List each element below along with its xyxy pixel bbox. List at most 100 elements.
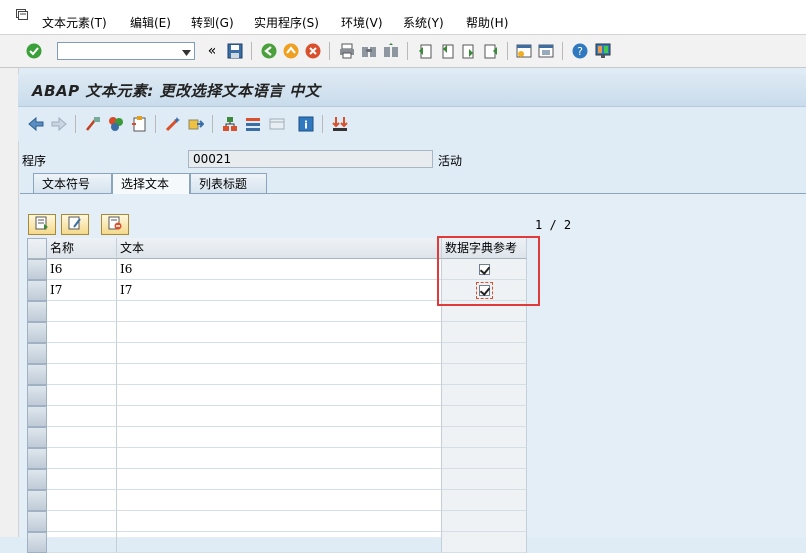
row-selector[interactable] [27, 532, 47, 553]
text-cell[interactable] [117, 301, 442, 322]
new-session-icon[interactable] [516, 43, 532, 59]
page-indicator: 1 / 2 [535, 218, 572, 232]
text-cell[interactable] [117, 427, 442, 448]
text-cell[interactable]: I6 [117, 259, 442, 280]
menu-icon[interactable] [16, 9, 30, 21]
application-toolbar: i [18, 106, 806, 141]
layout-icon[interactable] [269, 116, 285, 132]
row-selector[interactable] [27, 427, 47, 448]
column-header-text[interactable]: 文本 [117, 238, 442, 259]
table-row-empty [27, 322, 527, 343]
menu-environment[interactable]: 环境(V) [341, 14, 383, 31]
chevron-down-icon[interactable] [182, 46, 191, 60]
text-cell[interactable] [117, 490, 442, 511]
program-status: 活动 [438, 154, 463, 168]
text-cell[interactable] [117, 511, 442, 532]
dict-ref-cell [442, 406, 527, 427]
details-button[interactable] [28, 214, 56, 235]
transport-icon[interactable] [188, 116, 204, 132]
toolbar-separator [507, 42, 508, 60]
back-icon[interactable] [261, 43, 277, 59]
menu-edit[interactable]: 编辑(E) [130, 14, 171, 31]
help-icon[interactable]: ? [572, 43, 588, 59]
row-selector[interactable] [27, 406, 47, 427]
row-selector[interactable] [27, 301, 47, 322]
first-page-icon[interactable] [417, 43, 433, 59]
menu-system[interactable]: 系统(Y) [403, 14, 444, 31]
row-selector[interactable] [27, 280, 47, 301]
tab-selection-texts[interactable]: 选择文本 [112, 173, 190, 194]
select-all-cell[interactable] [27, 238, 47, 259]
system-toolbar: « ? [0, 35, 806, 68]
table-row-empty [27, 448, 527, 469]
dict-ref-cell [442, 448, 527, 469]
previous-page-icon[interactable] [439, 43, 455, 59]
arrow-right-icon[interactable] [51, 116, 67, 132]
program-field[interactable]: 00021 [188, 150, 433, 168]
menu-utilities[interactable]: 实用程序(S) [254, 14, 319, 31]
column-header-name[interactable]: 名称 [47, 238, 117, 259]
menu-text-elements[interactable]: 文本元素(T) [42, 14, 107, 31]
text-cell[interactable]: I7 [117, 280, 442, 301]
wand-icon[interactable] [165, 116, 181, 132]
tab-list-headings[interactable]: 列表标题 [190, 173, 267, 193]
cancel-icon[interactable] [305, 43, 321, 59]
row-selector[interactable] [27, 490, 47, 511]
row-selector[interactable] [27, 259, 47, 280]
row-selector[interactable] [27, 364, 47, 385]
row-selector[interactable] [27, 511, 47, 532]
text-cell[interactable] [117, 448, 442, 469]
menu-goto[interactable]: 转到(G) [191, 14, 234, 31]
customize-layout-icon[interactable] [595, 43, 611, 59]
find-next-icon[interactable] [383, 43, 399, 59]
sort-icon[interactable] [332, 116, 348, 132]
name-cell [47, 364, 117, 385]
text-cell[interactable] [117, 322, 442, 343]
hierarchy-icon[interactable] [222, 116, 238, 132]
highlight-box [437, 236, 540, 306]
text-cell[interactable] [117, 532, 442, 553]
stack-icon[interactable] [245, 116, 261, 132]
activate-icon[interactable] [108, 116, 124, 132]
menu-bar: 文本元素(T) 编辑(E) 转到(G) 实用程序(S) 环境(V) 系统(Y) … [0, 0, 806, 35]
shortcut-icon[interactable] [538, 43, 554, 59]
text-cell[interactable] [117, 469, 442, 490]
dict-ref-cell [442, 469, 527, 490]
print-icon[interactable] [339, 43, 355, 59]
table-row-empty [27, 427, 527, 448]
row-selector[interactable] [27, 385, 47, 406]
save-icon[interactable] [227, 43, 243, 59]
toolbar-separator [212, 115, 213, 133]
info-icon[interactable]: i [298, 116, 314, 132]
table-row-empty [27, 364, 527, 385]
exit-icon[interactable] [283, 43, 299, 59]
last-page-icon[interactable] [483, 43, 499, 59]
toolbar-separator [155, 115, 156, 133]
text-cell[interactable] [117, 343, 442, 364]
menu-help[interactable]: 帮助(H) [466, 14, 508, 31]
toolbar-separator [407, 42, 408, 60]
delete-row-button[interactable] [101, 214, 129, 235]
clipboard-icon[interactable] [131, 116, 147, 132]
display-change-icon[interactable] [85, 116, 101, 132]
enter-check-icon[interactable] [26, 43, 42, 59]
command-field[interactable] [57, 42, 195, 60]
table-row-empty [27, 490, 527, 511]
next-page-icon[interactable] [461, 43, 477, 59]
tab-text-symbols[interactable]: 文本符号 [33, 173, 112, 193]
text-cell[interactable] [117, 364, 442, 385]
dict-ref-cell [442, 343, 527, 364]
text-cell[interactable] [117, 385, 442, 406]
text-cell[interactable] [117, 406, 442, 427]
name-cell: I6 [47, 259, 117, 280]
row-selector[interactable] [27, 322, 47, 343]
row-selector[interactable] [27, 469, 47, 490]
arrow-left-icon[interactable] [28, 116, 44, 132]
row-selector[interactable] [27, 448, 47, 469]
find-icon[interactable] [361, 43, 377, 59]
program-label: 程序 [22, 154, 47, 168]
details-icon [35, 216, 49, 233]
row-selector[interactable] [27, 343, 47, 364]
edit-button[interactable] [61, 214, 89, 235]
double-left-icon[interactable]: « [204, 43, 220, 59]
